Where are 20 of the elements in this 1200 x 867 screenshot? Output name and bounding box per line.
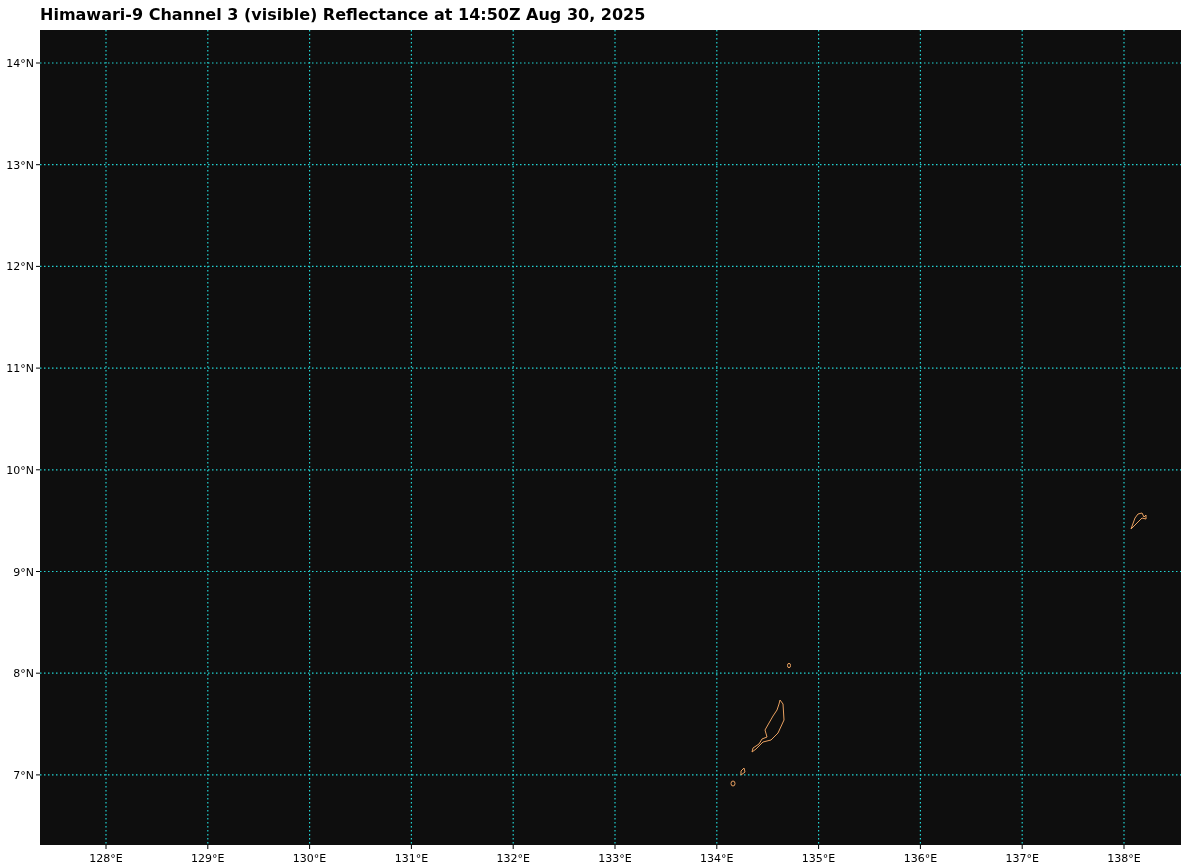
longitude-label: 130°E [292, 852, 327, 865]
latitude-label: 14°N [6, 57, 34, 70]
latitude-label: 13°N [6, 158, 34, 172]
longitude-label: 133°E [598, 852, 632, 865]
longitude-label: 136°E [903, 852, 938, 865]
longitude-label: 128°E [89, 852, 123, 865]
latitude-label: 7°N [13, 768, 34, 782]
longitude-label: 132°E [496, 852, 530, 865]
longitude-label: 131°E [394, 852, 429, 865]
chart-title: Himawari-9 Channel 3 (visible) Reflectance at 14:50Z Aug 30, 2025 [40, 7, 646, 23]
longitude-label: 129°E [191, 852, 225, 865]
longitude-label: 134°E [700, 852, 734, 865]
latitude-label: 8°N [13, 667, 34, 681]
latitude-label: 12°N [6, 260, 34, 274]
latitude-label: 11°N [6, 362, 34, 376]
longitude-label: 138°E [1107, 852, 1141, 865]
latitude-label: 9°N [13, 565, 34, 579]
longitude-label: 135°E [801, 852, 836, 865]
longitude-label: 137°E [1005, 852, 1039, 865]
latitude-label: 10°N [6, 463, 34, 477]
